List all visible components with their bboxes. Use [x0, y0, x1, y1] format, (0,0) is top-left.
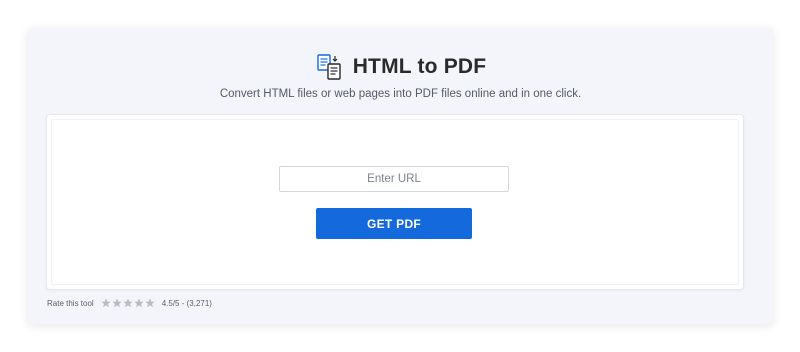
- rate-tool-label: Rate this tool: [47, 298, 94, 308]
- rating-stars[interactable]: [101, 298, 155, 308]
- converter-card: GET PDF: [46, 114, 744, 290]
- star-icon[interactable]: [145, 298, 155, 308]
- star-icon[interactable]: [123, 298, 133, 308]
- rating-row: Rate this tool 4.5/5 - (3,271): [47, 296, 212, 310]
- get-pdf-button[interactable]: GET PDF: [316, 208, 472, 239]
- card-inner-border: [51, 119, 739, 285]
- page-title: HTML to PDF: [352, 55, 487, 78]
- url-input[interactable]: [279, 166, 509, 192]
- html-to-pdf-icon: [315, 53, 343, 81]
- star-icon[interactable]: [134, 298, 144, 308]
- title-row: HTML to PDF: [28, 52, 773, 82]
- star-icon[interactable]: [112, 298, 122, 308]
- star-icon[interactable]: [101, 298, 111, 308]
- page-subtitle: Convert HTML files or web pages into PDF…: [219, 88, 582, 100]
- rating-score: 4.5/5 - (3,271): [161, 298, 212, 308]
- tool-panel: HTML to PDF Convert HTML files or web pa…: [28, 28, 773, 324]
